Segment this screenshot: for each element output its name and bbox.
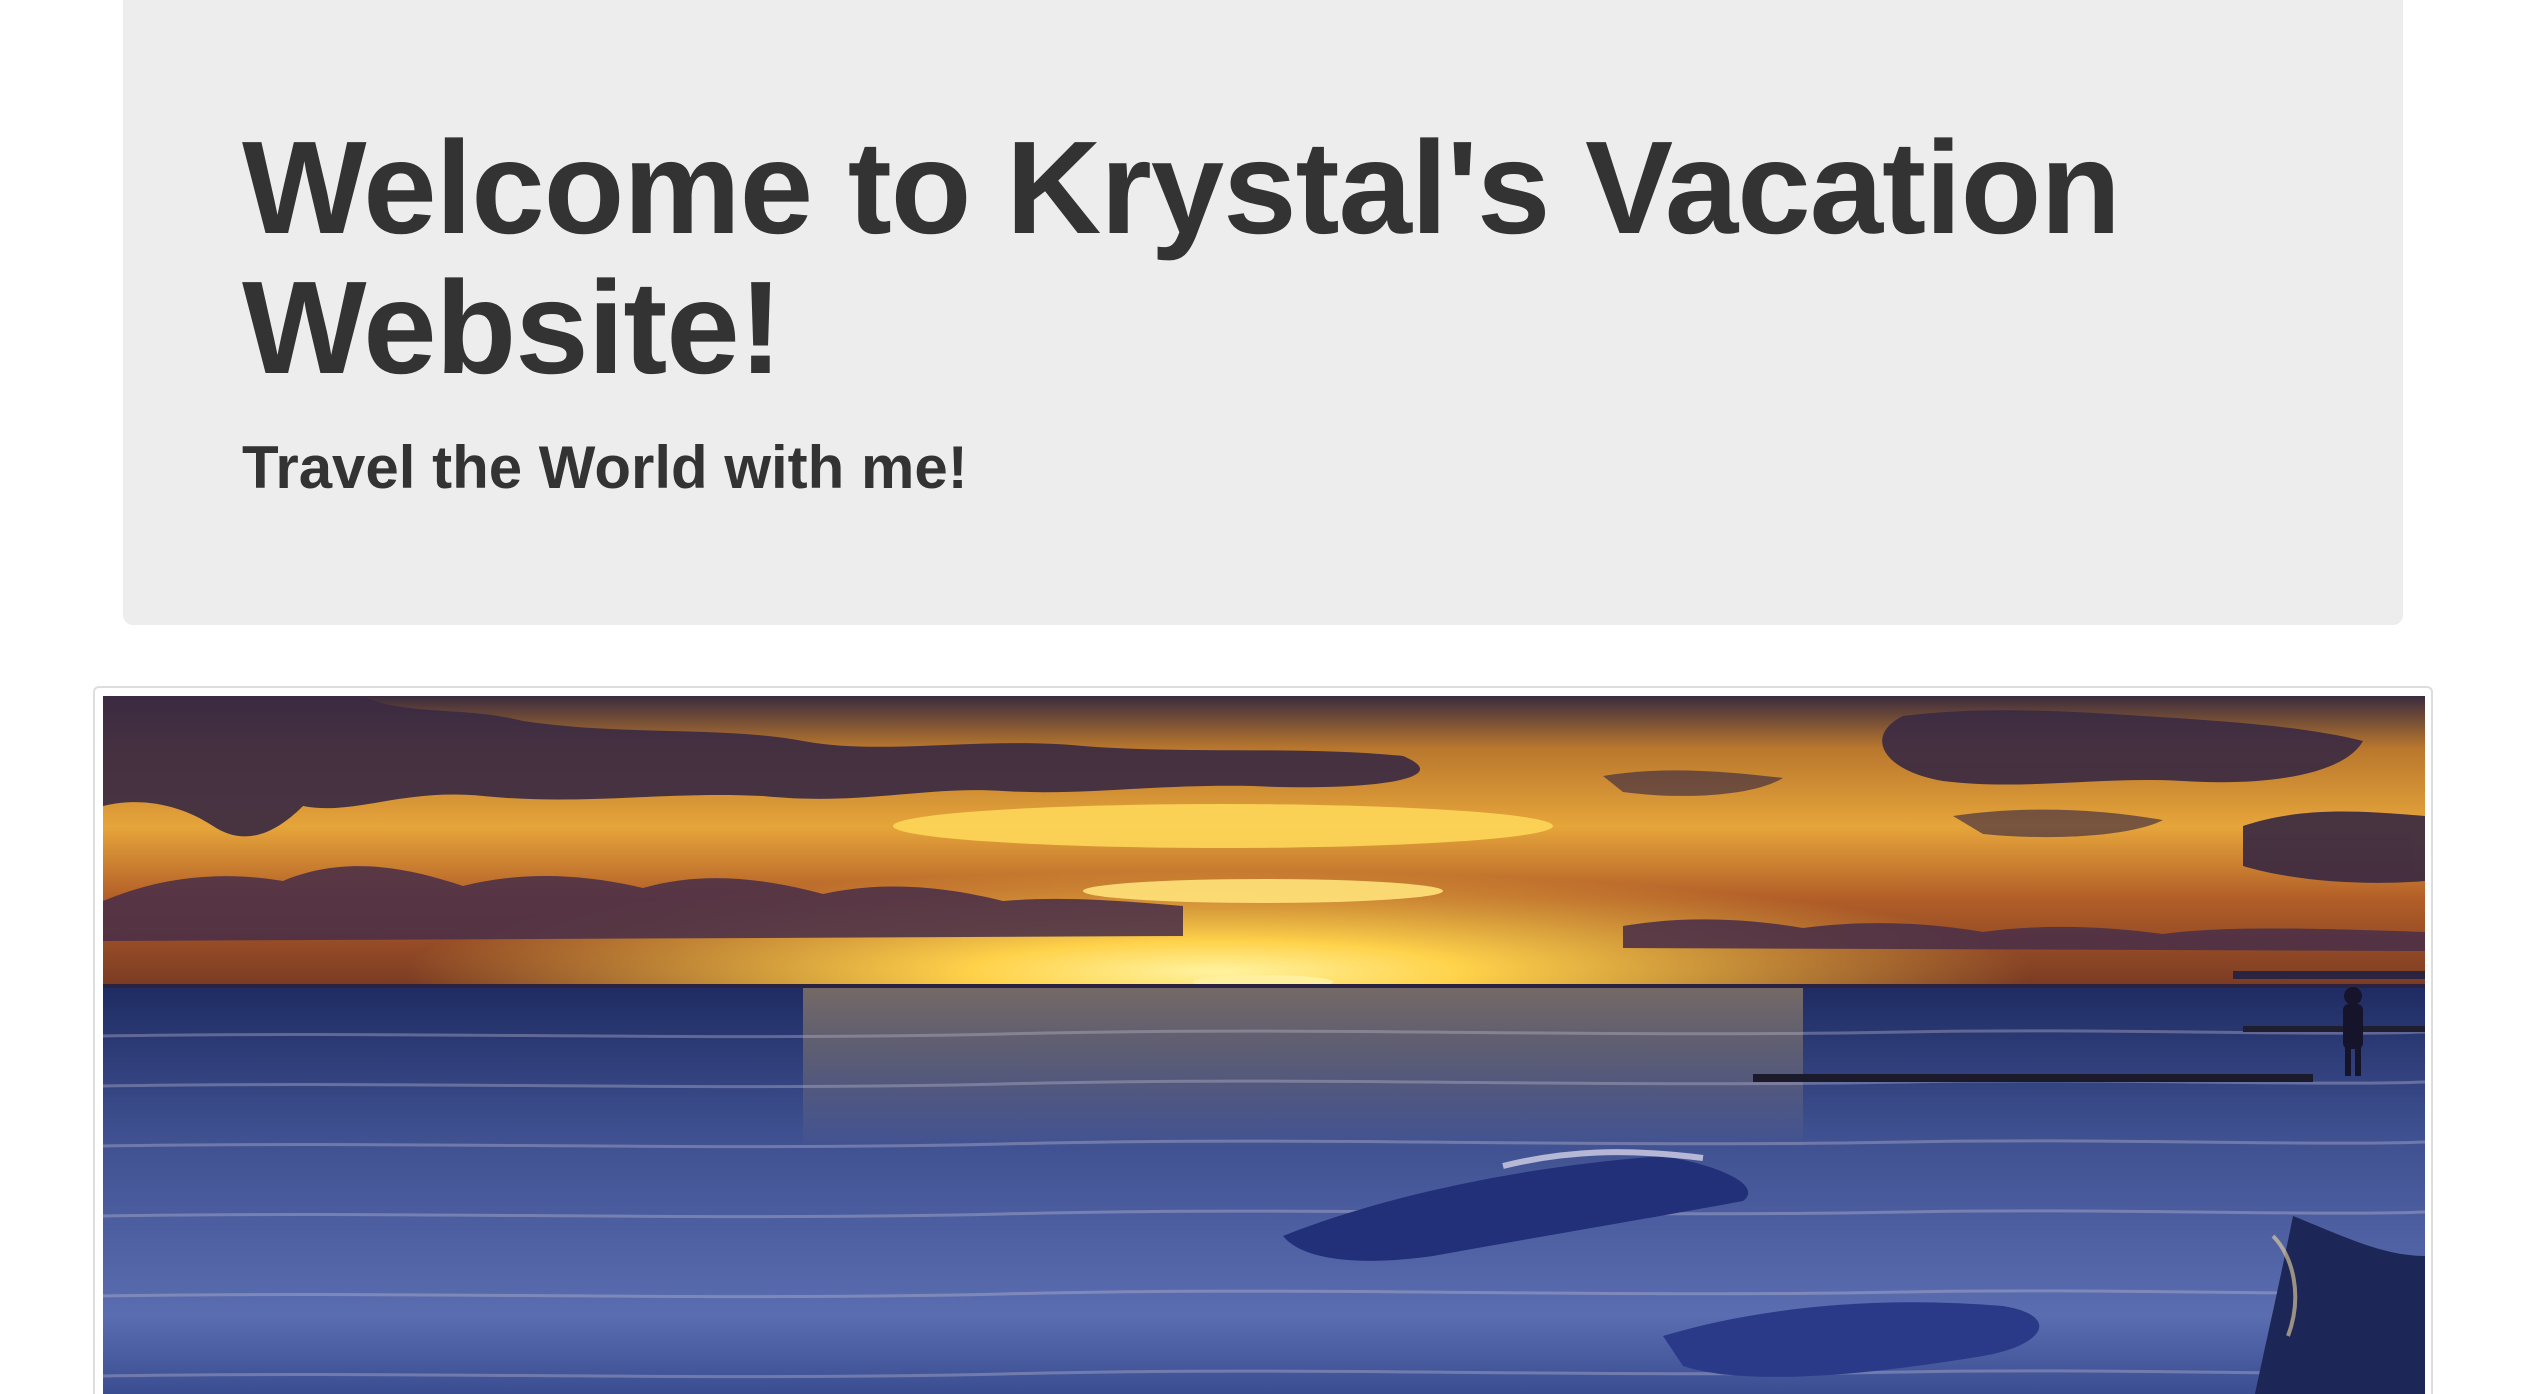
page: Welcome to Krystal's Vacation Website! T… <box>0 0 2526 1394</box>
page-title: Welcome to Krystal's Vacation Website! <box>242 114 2121 401</box>
page-subtitle: Travel the World with me! <box>242 434 968 501</box>
image-thumbnail <box>93 686 2433 1394</box>
jumbotron: Welcome to Krystal's Vacation Website! T… <box>123 0 2403 625</box>
beach-sunset-photo <box>103 696 2425 1394</box>
sunset-image <box>103 696 2425 1394</box>
